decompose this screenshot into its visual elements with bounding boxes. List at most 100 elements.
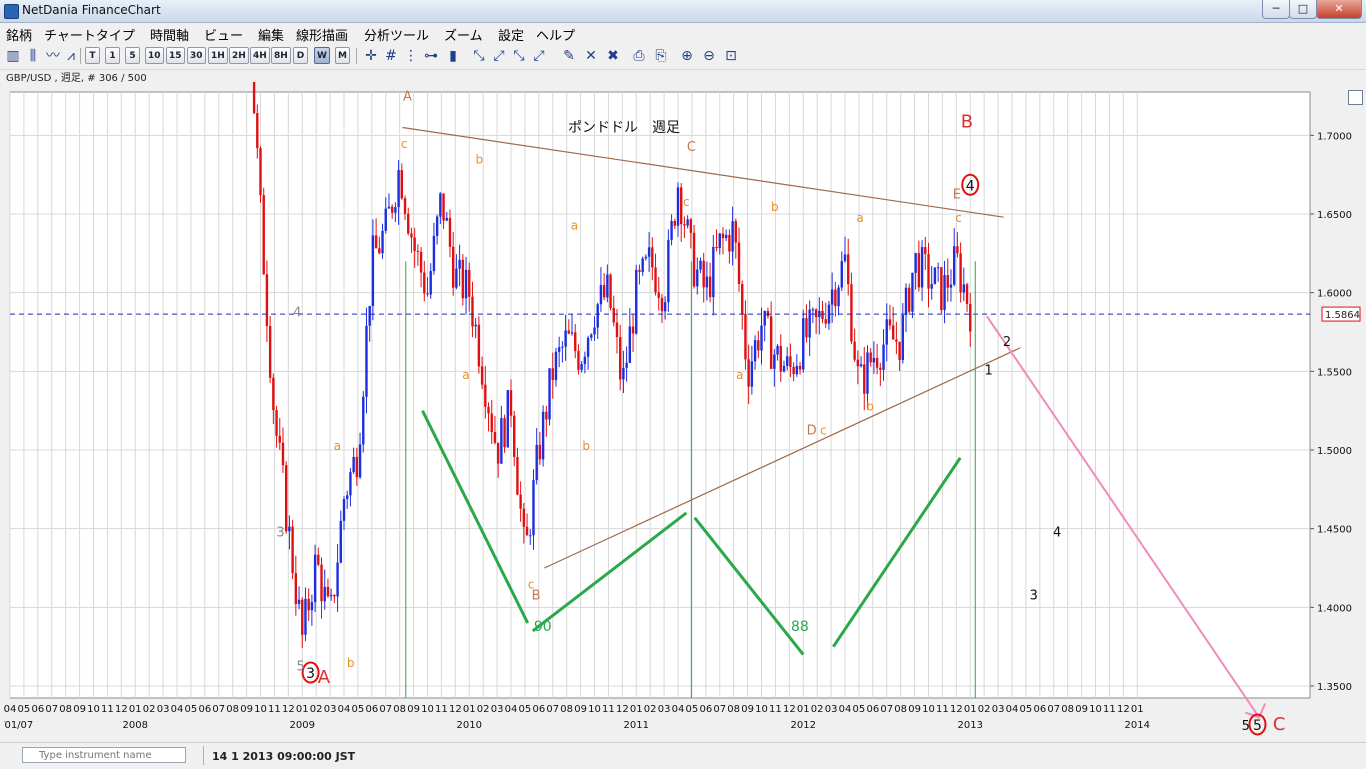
print-icon[interactable]: ⎙ [630,47,648,65]
candle-down [451,246,455,288]
fib-icon[interactable]: ⤢ [490,47,508,65]
maximize-button[interactable]: □ [1289,0,1317,19]
zoom-fit-icon[interactable]: ⊡ [722,47,740,65]
indicator-icon[interactable]: ▮ [444,47,462,65]
candle-down [657,292,660,298]
period-1h-button[interactable]: 1H [208,47,228,64]
candle-down [503,418,506,448]
period-8h-button[interactable]: 8H [271,47,291,64]
x-month-label: 01 [463,704,476,715]
candle-up [885,319,888,345]
x-month-label: 01 [129,704,142,715]
candle-up [696,269,699,287]
candle-down [448,217,452,247]
candle-down [516,457,519,495]
y-tick-label: 1.6500 [1317,210,1352,221]
period-30min-button[interactable]: 30 [187,47,206,64]
volume-icon[interactable]: ⋮ [402,47,420,65]
x-month-label: 11 [602,704,615,715]
line-chart-icon[interactable]: 〰 [44,47,62,65]
period-5min-button[interactable]: 5 [125,47,140,64]
area-chart-icon[interactable]: ⩘ [62,47,80,65]
menu-edit[interactable]: 編集 [258,25,284,44]
candle-down [692,232,696,287]
sub-wave-label: c [683,195,690,209]
candle-up [760,325,763,351]
delete-all-icon[interactable]: ✖ [604,47,622,65]
price-chart[interactable]: 2.10002.05002.00001.95001.90001.85001.80… [4,82,1362,742]
minimize-button[interactable]: ─ [1262,0,1290,19]
candle-chart-icon[interactable]: ▥ [4,47,22,65]
menu-settings[interactable]: 設定 [498,25,524,44]
y-tick-label: 1.5500 [1317,367,1352,378]
menu-help[interactable]: ヘルプ [536,25,575,44]
bar-chart-icon[interactable]: ⫼ [24,47,42,65]
candle-up [554,351,558,381]
candle-down [281,442,285,466]
wave-label: 3 [1030,588,1038,603]
study-icon[interactable]: ⊶ [422,47,440,65]
candle-down [789,356,792,367]
wave-label: a [334,439,341,453]
menu-zoom[interactable]: ズーム [444,25,483,44]
candle-down [416,250,420,252]
x-month-label: 10 [421,704,434,715]
candle-down [567,330,571,334]
candle-down [355,456,359,478]
candle-down [850,284,853,342]
x-month-label: 04 [338,704,351,715]
close-button[interactable]: ✕ [1316,0,1362,19]
zoom-in-icon[interactable]: ⊕ [678,47,696,65]
sub-wave-label: b [866,400,874,414]
menu-line-drawing[interactable]: 線形描画 [296,25,348,44]
candle-up [339,520,342,563]
x-month-label: 01 [1131,704,1144,715]
x-year-label: 2009 [290,720,315,731]
period-15min-button[interactable]: 15 [166,47,185,64]
candle-up [561,346,564,348]
chart-area[interactable]: 2.10002.05002.00001.95001.90001.85001.80… [4,82,1362,742]
menu-time-axis[interactable]: 時間軸 [150,25,189,44]
x-month-label: 06 [532,704,545,715]
candle-up [625,362,628,368]
x-month-label: 09 [574,704,587,715]
menu-analysis-tools[interactable]: 分析ツール [364,25,429,44]
sub-wave-label: a [571,219,578,233]
menu-symbol[interactable]: 銘柄 [6,25,32,44]
channel-icon[interactable]: ⤡ [510,47,528,65]
period-10min-button[interactable]: 10 [145,47,164,64]
x-month-label: 04 [1006,704,1019,715]
period-tick-button[interactable]: T [85,47,100,64]
menu-chart-type[interactable]: チャートタイプ [44,25,135,44]
grid-icon[interactable]: # [382,47,400,65]
candle-down [484,384,487,407]
candle-up [943,275,946,311]
candle-down [805,318,808,338]
period-weekly-button[interactable]: W [314,47,330,64]
x-month-label: 11 [268,704,281,715]
pen-icon[interactable]: ✎ [560,47,578,65]
print-preview-icon[interactable]: ⎘ [652,47,670,65]
period-monthly-button[interactable]: M [335,47,350,64]
period-2h-button[interactable]: 2H [229,47,249,64]
x-month-label: 02 [978,704,991,715]
period-1min-button[interactable]: 1 [105,47,120,64]
delete-icon[interactable]: ✕ [582,47,600,65]
status-bar: ⌕ 14 1 2013 09:00:00 JST [0,742,1366,769]
period-daily-button[interactable]: D [293,47,308,64]
candle-down [268,326,272,378]
candle-down [946,275,949,288]
instrument-search-input[interactable] [22,747,186,763]
period-4h-button[interactable]: 4H [250,47,270,64]
crosshair-icon[interactable]: ✛ [362,47,380,65]
candle-up [753,340,757,362]
candle-up [840,261,843,288]
x-month-label: 05 [1020,704,1033,715]
candle-down [917,253,921,288]
x-month-label: 07 [713,704,726,715]
draw-line-icon[interactable]: ⤡ [470,47,488,65]
trend-icon[interactable]: ⤢ [530,47,548,65]
zoom-out-icon[interactable]: ⊖ [700,47,718,65]
menu-view[interactable]: ビュー [204,25,243,44]
candle-down [602,285,606,298]
